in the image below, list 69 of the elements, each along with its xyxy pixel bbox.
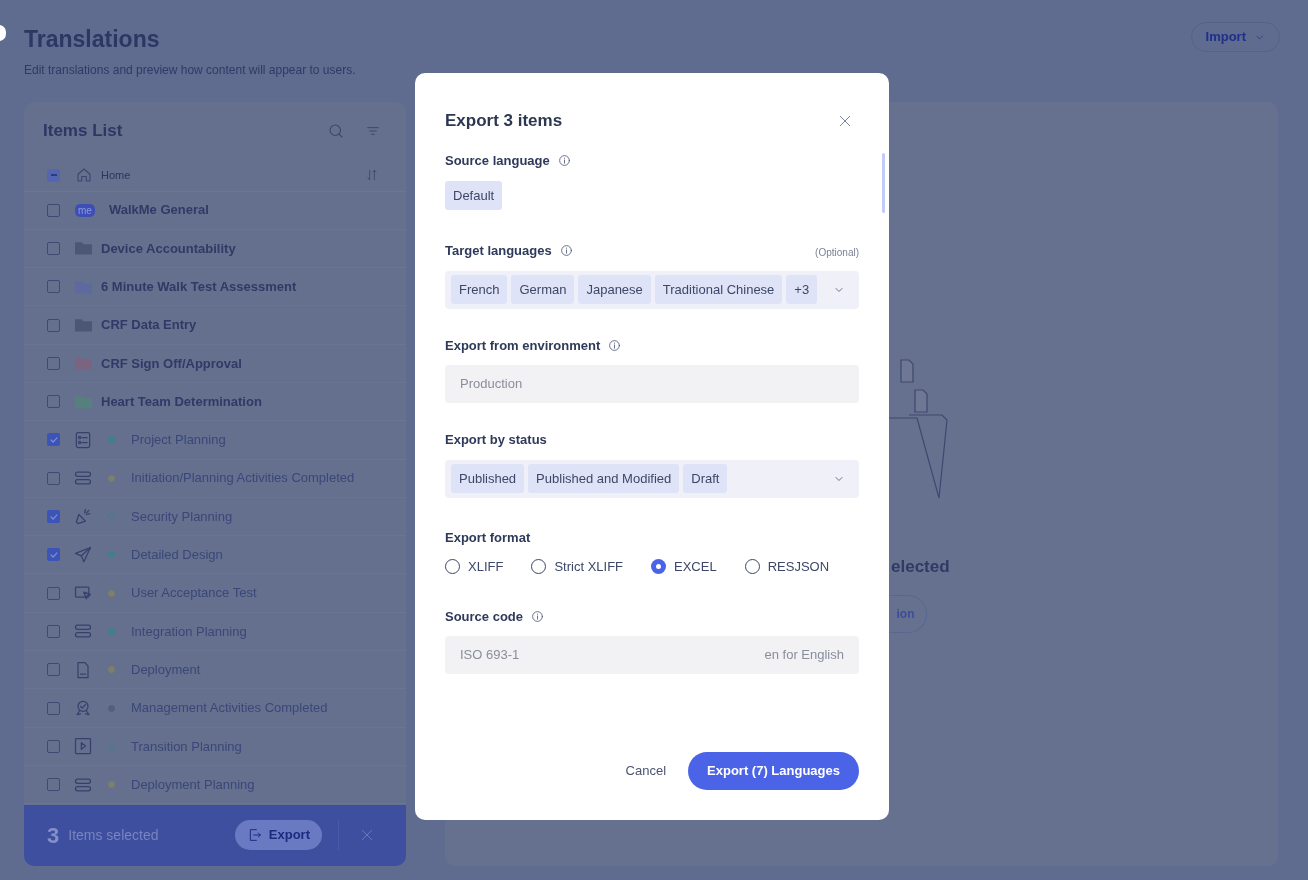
row-checkbox[interactable] [47, 280, 60, 294]
field-label: Export from environment [445, 336, 601, 355]
app-logo-icon: me [75, 203, 95, 217]
radio-button[interactable] [651, 559, 667, 575]
info-icon[interactable] [557, 154, 571, 168]
checklist-icon [73, 429, 93, 450]
field-label: Target languages [445, 242, 552, 260]
select-all-checkbox[interactable] [47, 168, 60, 182]
sort-icon[interactable] [365, 168, 379, 182]
optional-label: (Optional) [815, 246, 859, 260]
row-checkbox[interactable] [47, 395, 60, 409]
checkmark-icon [48, 434, 59, 445]
field-label: Source code [445, 607, 524, 626]
chip: Draft [683, 463, 728, 494]
export-languages-button[interactable]: Export (7) Languages [688, 752, 859, 790]
row-checkbox[interactable] [47, 701, 60, 715]
chip: Default [445, 180, 503, 210]
status-select[interactable]: Published Published and Modified Draft [445, 459, 859, 498]
row-checkbox[interactable] [47, 471, 60, 485]
row-checkbox[interactable] [47, 739, 60, 753]
chip: Published [451, 463, 525, 494]
home-icon [75, 166, 93, 184]
dialog-title: Export 3 items [445, 110, 563, 133]
radio-label[interactable]: RESJSON [767, 557, 830, 577]
checkmark-icon [48, 511, 59, 522]
cancel-button[interactable]: Cancel [623, 761, 669, 781]
row-checkbox[interactable] [47, 318, 60, 332]
chip: Japanese [578, 274, 651, 305]
scrollbar-thumb[interactable] [882, 153, 885, 213]
selected-label: Items selected [68, 825, 159, 845]
radio-label[interactable]: Strict XLIFF [554, 557, 624, 577]
row-checkbox[interactable] [47, 586, 60, 600]
close-icon[interactable] [837, 113, 853, 129]
row-checkbox[interactable] [47, 548, 60, 562]
paper-plane-icon [73, 544, 93, 565]
row-checkbox[interactable] [47, 624, 60, 638]
radio-label[interactable]: XLIFF [468, 557, 504, 577]
row-checkbox[interactable] [47, 356, 60, 370]
chip: Traditional Chinese [654, 274, 783, 305]
export-button[interactable]: Export [234, 820, 322, 850]
source-code-field[interactable]: ISO 693-1 en for English [445, 636, 859, 674]
chip: +3 [786, 274, 818, 305]
source-code-input[interactable]: ISO 693-1 [460, 645, 765, 665]
panel-title: Items List [43, 119, 123, 142]
row-checkbox[interactable] [47, 241, 60, 255]
field-label: Source language [445, 152, 550, 170]
checkmark-icon [48, 549, 59, 560]
breadcrumb-link[interactable]: Home [101, 166, 131, 184]
search-icon[interactable] [327, 121, 345, 140]
empty-state-title: elected [890, 555, 951, 578]
selected-count: 3 [47, 821, 60, 850]
target-languages-select[interactable]: French German Japanese Traditional Chinese +3 [445, 270, 859, 309]
row-checkbox[interactable] [47, 510, 60, 523]
play-icon [73, 736, 93, 757]
row-checkbox[interactable] [47, 433, 60, 447]
row-checkbox[interactable] [47, 778, 60, 792]
close-icon[interactable] [359, 827, 375, 843]
field-label: Export format [445, 528, 531, 547]
field-hint: en for English [764, 646, 844, 665]
radio-label[interactable]: EXCEL [674, 557, 717, 577]
row-checkbox[interactable] [47, 663, 60, 677]
field-label: Export by status [445, 431, 547, 449]
chip: Published and Modified [528, 463, 680, 494]
chip: French [451, 274, 508, 305]
row-checkbox[interactable] [47, 203, 60, 217]
info-icon[interactable] [531, 609, 545, 623]
chip: German [511, 274, 575, 305]
megaphone-icon [73, 506, 93, 527]
info-icon[interactable] [559, 244, 573, 258]
